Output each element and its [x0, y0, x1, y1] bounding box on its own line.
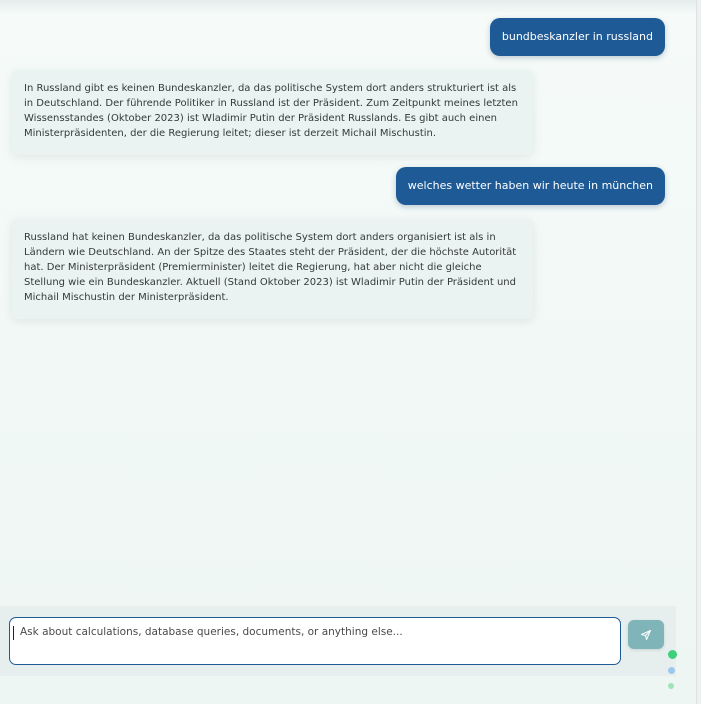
status-dot [668, 650, 677, 659]
scrollbar[interactable] [697, 0, 701, 704]
top-fade [0, 0, 696, 14]
assistant-message: In Russland gibt es keinen Bundeskanzler… [12, 70, 533, 155]
side-panel-edge [696, 0, 709, 704]
status-dot [668, 683, 674, 689]
send-icon [641, 629, 651, 640]
message-input[interactable] [20, 626, 610, 656]
message-input-box[interactable] [9, 617, 621, 665]
text-caret [13, 626, 14, 640]
assistant-message: Russland hat keinen Bundeskanzler, da da… [12, 219, 533, 319]
chat-app: bundbeskanzler in russland In Russland g… [0, 0, 696, 704]
user-message: bundbeskanzler in russland [489, 18, 665, 56]
send-button[interactable] [628, 620, 664, 649]
user-message: welches wetter haben wir heute in münche… [395, 167, 665, 205]
status-dot [668, 667, 675, 674]
